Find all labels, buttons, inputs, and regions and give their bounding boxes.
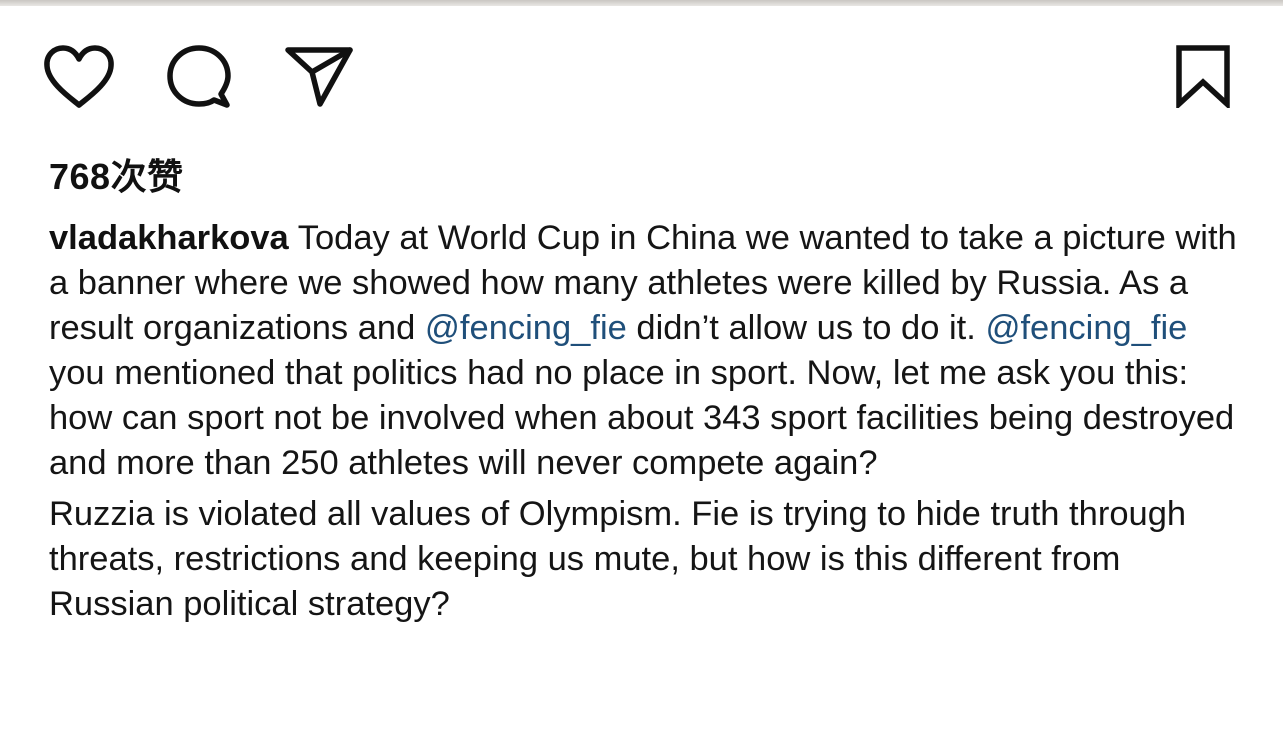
post-action-bar [0, 0, 1283, 130]
mention-link[interactable]: @fencing_fie [985, 309, 1187, 347]
username-link[interactable]: vladakharkova [49, 219, 289, 257]
bookmark-icon[interactable] [1172, 44, 1234, 108]
caption-text: didn’t allow us to do it. [626, 309, 986, 347]
likes-number: 768 [49, 156, 111, 197]
mention-link[interactable]: @fencing_fie [425, 309, 627, 347]
post-caption: vladakharkova Today at World Cup in Chin… [49, 216, 1249, 627]
likes-label: 次赞 [110, 156, 184, 197]
heart-icon[interactable] [42, 44, 116, 110]
comment-icon[interactable] [163, 42, 235, 114]
caption-paragraph-1: vladakharkova Today at World Cup in Chin… [49, 216, 1249, 486]
likes-count[interactable]: 768次赞 [49, 148, 184, 200]
caption-paragraph-2: Ruzzia is violated all values of Olympis… [49, 495, 1187, 623]
caption-text: you mentioned that politics had no place… [49, 354, 1235, 482]
paper-plane-icon[interactable] [284, 44, 354, 108]
